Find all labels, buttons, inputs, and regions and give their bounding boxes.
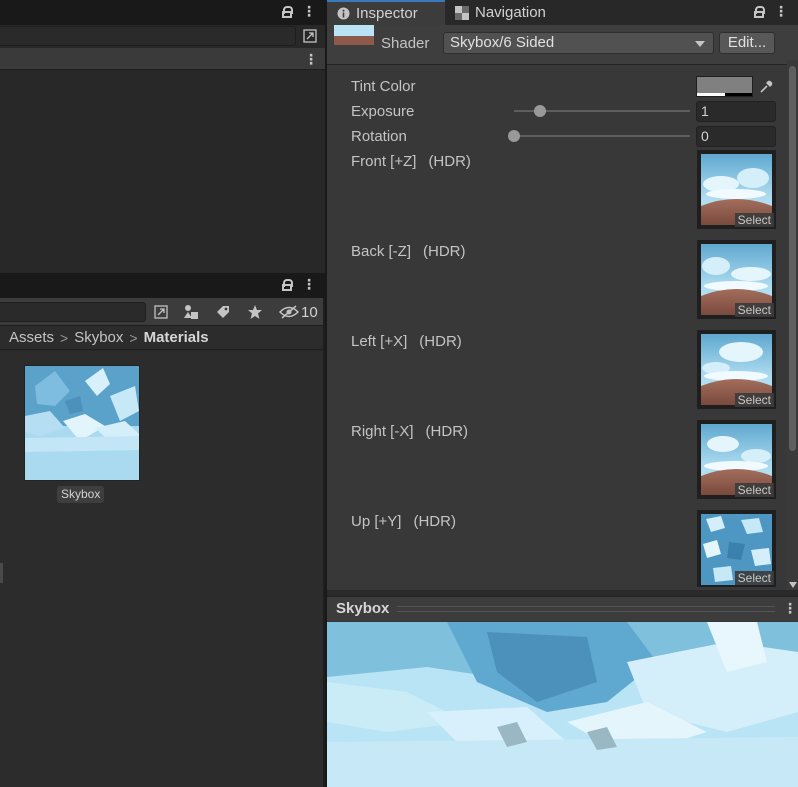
hdr-tag: (HDR) [428, 153, 471, 170]
left-column: ⋮ ⋮ ⋮ 10 Assets > Skybox > Materials Sky… [0, 0, 325, 787]
breadcrumb-assets[interactable]: Assets [9, 329, 54, 346]
tint-color-label: Tint Color [351, 78, 416, 95]
rotation-label: Rotation [351, 128, 407, 145]
hdr-tag: (HDR) [419, 333, 462, 350]
hidden-count: 10 [301, 303, 318, 321]
hdr-tag: (HDR) [425, 423, 469, 440]
breadcrumb-skybox[interactable]: Skybox [74, 329, 123, 346]
preview-title: Skybox [336, 600, 390, 617]
project-search-input[interactable] [0, 302, 146, 322]
exposure-label: Exposure [351, 103, 415, 120]
hierarchy-search-input[interactable] [0, 26, 296, 46]
inspector-window: Inspector Navigation ⋮ Shader Skybox/6 S… [327, 0, 798, 787]
label-tag-icon[interactable] [213, 302, 233, 322]
tab-inspector[interactable]: Inspector [327, 0, 445, 25]
exposure-slider-thumb[interactable] [534, 105, 547, 117]
texture-label: Back [-Z] (HDR) [351, 243, 466, 260]
skybox-material-thumbnail[interactable] [24, 365, 140, 481]
texture-name: Front [+Z] [351, 153, 417, 170]
material-header: Shader Skybox/6 Sided Edit... [327, 25, 798, 65]
maximize-icon[interactable] [300, 26, 320, 46]
project-lock-icon[interactable] [282, 279, 293, 291]
favorite-star-icon[interactable] [245, 302, 265, 322]
hdr-tag: (HDR) [423, 243, 466, 260]
skybox-asset-label[interactable]: Skybox [57, 486, 105, 503]
project-more-icon[interactable]: ⋮ [302, 276, 316, 292]
left-edge-handle [0, 563, 3, 583]
inspector-tabbar: Inspector Navigation ⋮ [327, 0, 798, 25]
tab-navigation[interactable]: Navigation [445, 0, 546, 25]
project-tabbar: ⋮ [0, 273, 325, 298]
skybox-preview[interactable] [327, 622, 798, 787]
project-toolbar: 10 [0, 298, 325, 326]
texture-label: Right [-X] (HDR) [351, 423, 468, 440]
texture-name: Right [-X] [351, 423, 414, 440]
select-button[interactable]: Select [734, 483, 774, 497]
edit-shader-button[interactable]: Edit... [719, 32, 775, 54]
rotation-field[interactable]: 0 [696, 126, 776, 147]
tint-color-swatch[interactable] [696, 76, 753, 97]
exposure-field[interactable]: 1 [696, 101, 776, 122]
material-preview-icon [334, 25, 374, 45]
scroll-down-arrow-icon[interactable] [789, 582, 797, 588]
select-button[interactable]: Select [734, 393, 774, 407]
hierarchy-content [0, 70, 325, 272]
breadcrumb-materials[interactable]: Materials [144, 329, 209, 346]
preview-drag-handle[interactable] [397, 606, 775, 612]
texture-label: Front [+Z] (HDR) [351, 153, 471, 170]
texture-slot-up: Up [+Y] (HDR) Select [327, 510, 787, 593]
eye-slash-icon [279, 305, 299, 319]
breadcrumb: Assets > Skybox > Materials [0, 326, 323, 350]
texture-field-back[interactable]: Select [697, 240, 776, 319]
texture-field-left[interactable]: Select [697, 330, 776, 409]
inspector-scrollbar[interactable] [787, 60, 798, 590]
shader-dropdown-value: Skybox/6 Sided [450, 34, 555, 51]
eyedropper-icon[interactable] [755, 76, 776, 97]
search-by-type-icon[interactable] [151, 302, 171, 322]
texture-field-up[interactable]: Select [697, 510, 776, 587]
inspector-more-icon[interactable]: ⋮ [774, 3, 788, 19]
hierarchy-header: ⋮ [0, 48, 325, 70]
texture-label: Up [+Y] (HDR) [351, 513, 456, 530]
more-menu-icon[interactable]: ⋮ [302, 3, 316, 19]
alpha-bar-white [697, 93, 725, 96]
skybox-preview-image [327, 622, 798, 787]
texture-field-right[interactable]: Select [697, 420, 776, 499]
texture-slot-left: Left [+X] (HDR) Select [327, 330, 787, 423]
select-button[interactable]: Select [734, 303, 774, 317]
texture-slot-back: Back [-Z] (HDR) Select [327, 240, 787, 333]
navigation-icon [455, 5, 469, 20]
shader-dropdown[interactable]: Skybox/6 Sided [443, 32, 714, 54]
filter-by-type-icon[interactable] [181, 302, 201, 322]
select-button[interactable]: Select [734, 571, 774, 585]
rotation-slider-track[interactable] [514, 135, 690, 137]
chevron-down-icon [695, 41, 705, 47]
hdr-tag: (HDR) [413, 513, 456, 530]
scrollbar-thumb[interactable] [789, 66, 796, 451]
info-icon [337, 7, 350, 20]
chevron-right-icon: > [60, 329, 69, 346]
skybox-material-image [25, 366, 139, 480]
preview-header: Skybox ⋮ [327, 596, 798, 621]
preview-menu-icon[interactable]: ⋮ [783, 600, 797, 616]
hidden-packages-toggle[interactable]: 10 [279, 302, 318, 322]
rotation-slider-thumb[interactable] [508, 130, 520, 142]
texture-name: Up [+Y] [351, 513, 402, 530]
tab-navigation-label: Navigation [475, 4, 546, 21]
inspector-lock-icon[interactable] [754, 6, 765, 18]
chevron-right-icon: > [129, 329, 138, 346]
texture-field-front[interactable]: Select [697, 150, 776, 229]
lock-icon[interactable] [282, 6, 293, 18]
texture-name: Left [+X] [351, 333, 408, 350]
hierarchy-tabbar: ⋮ [0, 0, 325, 25]
hierarchy-menu-icon[interactable]: ⋮ [304, 51, 318, 67]
shader-label: Shader [381, 35, 430, 52]
alpha-bar-black [725, 93, 752, 96]
select-button[interactable]: Select [734, 213, 774, 227]
texture-slot-front: Front [+Z] (HDR) Select [327, 150, 787, 243]
texture-slot-right: Right [-X] (HDR) Select [327, 420, 787, 513]
texture-name: Back [-Z] [351, 243, 412, 260]
texture-label: Left [+X] (HDR) [351, 333, 462, 350]
tab-inspector-label: Inspector [356, 5, 418, 22]
